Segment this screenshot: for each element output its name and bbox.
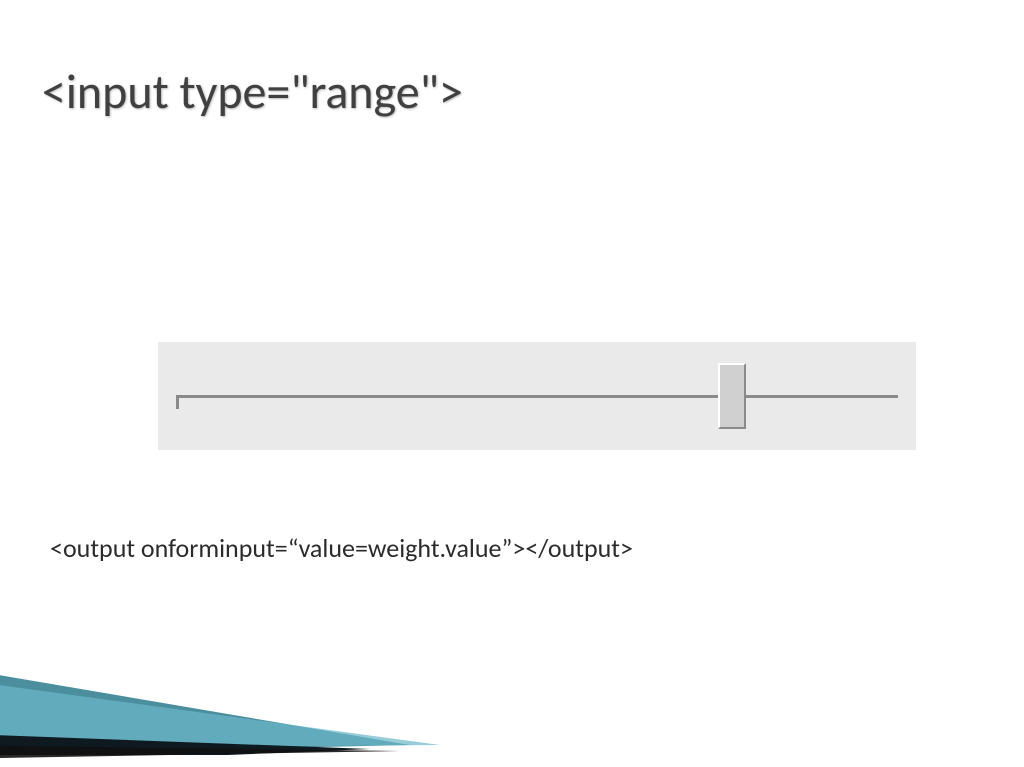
slider-thumb[interactable] [718, 363, 746, 429]
slider-track-start-tick [176, 395, 179, 409]
range-slider-illustration [158, 342, 916, 450]
slide-corner-decoration [0, 637, 460, 767]
output-code-example: <output onforminput=“value=weight.value”… [50, 532, 633, 564]
slider-track-line [176, 395, 898, 398]
slider-track [176, 393, 898, 399]
slide-title: <input type="range"> [42, 62, 463, 121]
slide: <input type="range"> <output onforminput… [0, 0, 1024, 767]
